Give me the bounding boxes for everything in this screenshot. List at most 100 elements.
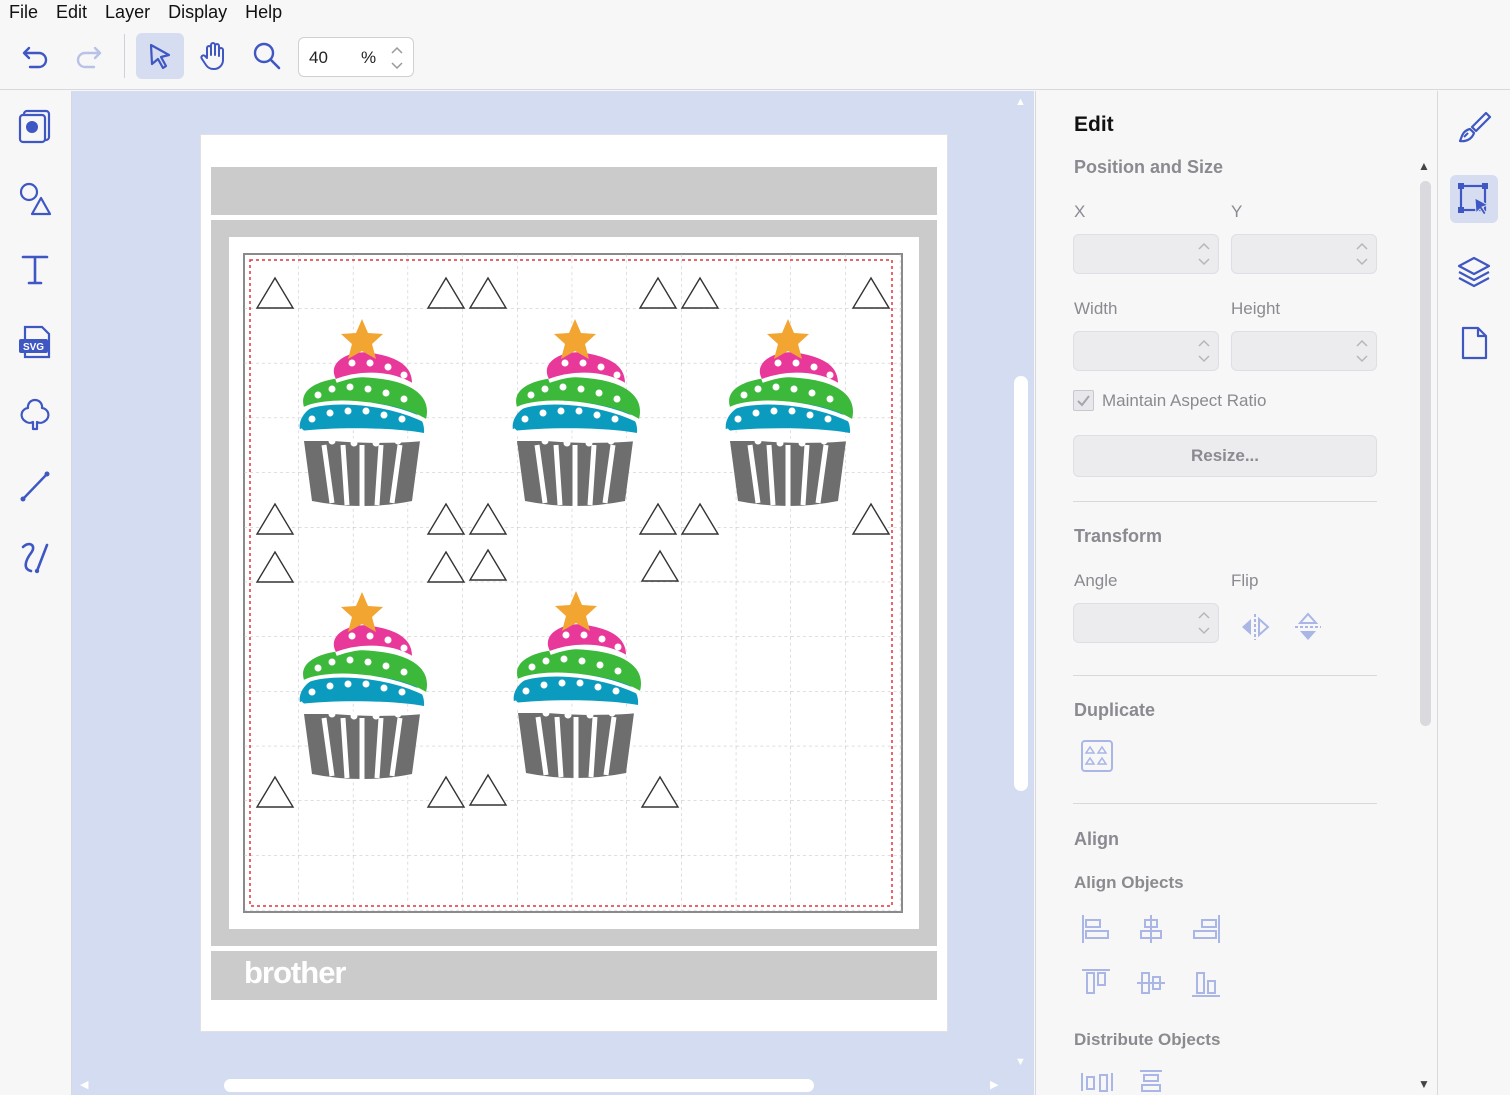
align-center-horizontal-icon[interactable] — [1135, 913, 1167, 945]
angle-spinner-icon[interactable] — [1196, 608, 1212, 638]
menu-display[interactable]: Display — [159, 0, 236, 24]
undo-icon — [22, 46, 48, 69]
design-canvas[interactable] — [243, 253, 903, 913]
svg-import-tool[interactable]: SVG — [12, 319, 58, 365]
x-label: X — [1074, 202, 1086, 221]
align-heading: Align — [1074, 829, 1119, 849]
align-center-vertical-icon[interactable] — [1135, 967, 1167, 999]
divider — [1073, 501, 1377, 502]
align-objects-label: Align Objects — [1074, 873, 1184, 892]
distribute-horizontal-icon[interactable] — [1080, 1069, 1114, 1095]
width-label: Width — [1074, 299, 1118, 318]
y-spinner-icon[interactable] — [1354, 239, 1370, 269]
edit-transform-button[interactable] — [1450, 175, 1498, 223]
paint-tool-button[interactable] — [1450, 103, 1498, 151]
scroll-right-arrow[interactable]: ▶ — [990, 1078, 998, 1091]
shapes-tool[interactable] — [12, 175, 58, 221]
angle-label: Angle — [1074, 571, 1118, 590]
flip-vertical-icon[interactable] — [1291, 610, 1325, 644]
select-icon — [149, 43, 171, 70]
panel-scroll-up-arrow[interactable]: ▲ — [1418, 159, 1430, 173]
edit-panel: Edit Position and Size X Y Width Height … — [1035, 91, 1437, 1095]
vertical-scrollbar[interactable]: ▲ ▼ — [1008, 91, 1034, 1075]
pan-tool-button[interactable] — [190, 33, 238, 79]
menu-help[interactable]: Help — [236, 0, 291, 24]
redo-button[interactable] — [64, 33, 112, 79]
divider — [1073, 803, 1377, 804]
maintain-aspect-label: Maintain Aspect Ratio — [1102, 391, 1267, 410]
vertical-scroll-thumb[interactable] — [1014, 376, 1028, 791]
toolbar-separator — [124, 34, 125, 78]
width-spinner-icon[interactable] — [1196, 336, 1212, 366]
layers-icon — [1457, 256, 1491, 288]
menu-bar: File Edit Layer Display Help — [0, 0, 1510, 24]
paintbrush-icon — [1458, 111, 1492, 143]
align-right-icon[interactable] — [1190, 913, 1222, 945]
align-left-icon[interactable] — [1080, 913, 1112, 945]
mat-top-band — [211, 167, 937, 215]
edit-transform-icon — [1458, 183, 1490, 216]
duplicate-icon[interactable] — [1080, 739, 1114, 773]
panel-scroll-thumb[interactable] — [1420, 181, 1431, 726]
line-icon — [20, 471, 50, 502]
height-spinner-icon[interactable] — [1354, 336, 1370, 366]
width-field[interactable] — [1073, 331, 1219, 371]
freehand-tool[interactable] — [12, 534, 58, 580]
panel-scroll-down-arrow[interactable]: ▼ — [1418, 1077, 1430, 1091]
flip-label: Flip — [1231, 571, 1259, 590]
height-label: Height — [1231, 299, 1281, 318]
select-tool-button[interactable] — [136, 33, 184, 79]
x-field[interactable] — [1073, 234, 1219, 274]
pattern-icon — [20, 398, 50, 431]
transform-heading: Transform — [1074, 526, 1163, 546]
x-spinner-icon[interactable] — [1196, 239, 1212, 269]
menu-layer[interactable]: Layer — [96, 0, 159, 24]
panel-scrollbar[interactable]: ▲ ▼ — [1417, 159, 1433, 1095]
pan-hand-icon — [200, 42, 224, 70]
menu-file[interactable]: File — [0, 0, 47, 24]
zoom-spinner-icon[interactable] — [387, 42, 407, 74]
panel-title: Edit — [1074, 113, 1114, 136]
duplicate-heading: Duplicate — [1074, 700, 1156, 720]
horizontal-scroll-thumb[interactable] — [224, 1079, 814, 1092]
page-settings-button[interactable] — [1450, 319, 1498, 367]
text-tool[interactable] — [12, 246, 58, 292]
distribute-vertical-icon[interactable] — [1136, 1069, 1166, 1095]
resize-button[interactable]: Resize... — [1073, 435, 1377, 477]
distribute-objects-label: Distribute Objects — [1074, 1030, 1221, 1049]
align-top-icon[interactable] — [1080, 967, 1112, 999]
horizontal-scrollbar[interactable]: ◀ ▶ — [72, 1075, 1008, 1095]
undo-button[interactable] — [12, 33, 60, 79]
zoom-tool-button[interactable] — [243, 33, 291, 79]
project-tool[interactable] — [12, 103, 58, 149]
left-toolbox: SVG — [0, 91, 72, 1095]
zoom-unit: % — [361, 48, 377, 67]
layers-button[interactable] — [1450, 247, 1498, 295]
scroll-left-arrow[interactable]: ◀ — [80, 1078, 88, 1091]
zoom-value: 40 — [309, 48, 328, 67]
zoom-level-field[interactable]: 40 % — [298, 37, 414, 77]
app-window: File Edit Layer Display Help 40 % SVG br… — [0, 0, 1510, 1095]
align-bottom-icon[interactable] — [1190, 967, 1222, 999]
redo-icon — [76, 46, 102, 69]
checkmark-icon — [1077, 395, 1090, 407]
svg-import-icon: SVG — [19, 325, 51, 359]
shapes-icon — [19, 182, 52, 216]
flip-horizontal-icon[interactable] — [1238, 610, 1272, 644]
line-tool[interactable] — [12, 463, 58, 509]
angle-field[interactable] — [1073, 603, 1219, 643]
right-sidebar — [1437, 91, 1510, 1095]
height-field[interactable] — [1231, 331, 1377, 371]
y-label: Y — [1231, 202, 1243, 221]
scroll-down-arrow[interactable]: ▼ — [1015, 1056, 1026, 1068]
menu-edit[interactable]: Edit — [47, 0, 96, 24]
toolbar: 40 % — [0, 24, 1510, 90]
scroll-up-arrow[interactable]: ▲ — [1015, 96, 1026, 108]
divider — [1073, 675, 1377, 676]
page-icon — [1461, 326, 1488, 360]
text-icon — [21, 255, 49, 285]
y-field[interactable] — [1231, 234, 1377, 274]
svg-text:SVG: SVG — [23, 342, 44, 353]
maintain-aspect-checkbox[interactable] — [1073, 390, 1094, 411]
pattern-tool[interactable] — [12, 391, 58, 437]
